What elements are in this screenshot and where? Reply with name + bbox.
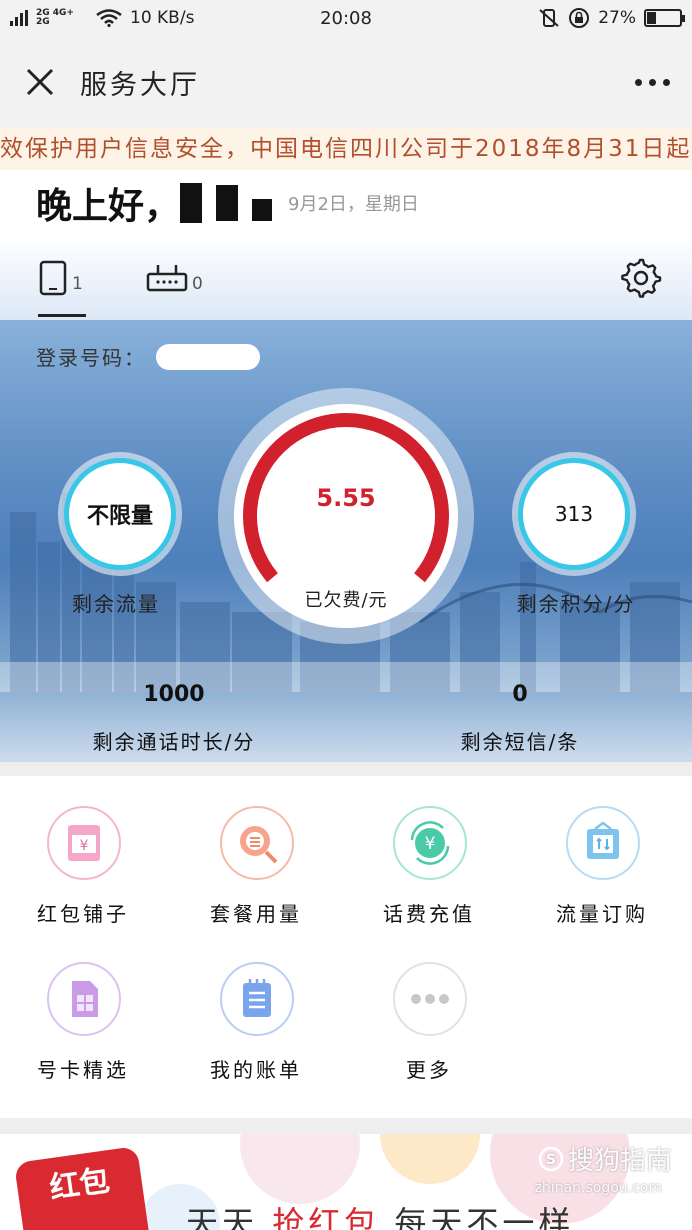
service-menu-grid: ¥ 红包铺子 套餐用量 ¥ 话费充值 流量订购 号卡精选 我的账单 更多 — [0, 776, 692, 1118]
watermark-text: 搜狗指南 — [567, 1146, 672, 1176]
notice-marquee[interactable]: 效保护用户信息安全，中国电信四川公司于2018年8月31日起 — [0, 128, 692, 170]
more-dot — [648, 78, 656, 86]
menu-label: 更多 — [406, 1058, 452, 1082]
sms-label: 剩余短信/条 — [460, 730, 580, 754]
tab-broadband-count: 0 — [192, 274, 203, 294]
battery-icon — [644, 9, 685, 27]
network-speed: 10 KB/s — [130, 8, 195, 28]
phone-icon — [39, 260, 67, 296]
banner-slogan: 天天 抢红包 每天不一样 — [186, 1198, 574, 1230]
data-order-icon — [566, 806, 640, 880]
signal-icon — [10, 10, 28, 26]
top-nav-bar: 服务大厅 — [0, 36, 692, 128]
sms-value: 0 — [512, 682, 528, 707]
login-label: 登录号码： — [36, 346, 146, 370]
tab-broadband[interactable]: 0 — [146, 236, 203, 320]
more-dot — [662, 78, 670, 86]
menu-item-my-bill[interactable]: 我的账单 — [181, 932, 331, 1082]
close-icon — [26, 68, 54, 96]
menu-item-package-usage[interactable]: 套餐用量 — [181, 776, 331, 926]
vibrate-off-icon — [539, 9, 559, 27]
battery-percent: 27% — [598, 8, 636, 28]
menu-item-more[interactable]: 更多 — [354, 932, 504, 1082]
points-value: 313 — [554, 502, 594, 526]
svg-text:¥: ¥ — [425, 834, 436, 854]
watermark: S 搜狗指南 — [538, 1140, 672, 1177]
recharge-yuan-icon: ¥ — [393, 806, 467, 880]
status-right: 27% — [538, 7, 685, 29]
redacted-name — [180, 183, 273, 223]
account-tabs: 1 0 — [0, 236, 692, 320]
package-search-icon — [220, 806, 294, 880]
active-tab-indicator — [38, 314, 86, 317]
page-title: 服务大厅 — [80, 69, 200, 101]
call-minutes-value: 1000 — [143, 682, 205, 707]
balance-value: 5.55 — [316, 484, 376, 512]
redacted-phone-number — [156, 343, 260, 370]
more-dot — [634, 78, 642, 86]
call-minutes-label: 剩余通话时长/分 — [92, 730, 256, 754]
more-options-button[interactable] — [612, 36, 692, 128]
menu-item-sim-card[interactable]: 号卡精选 — [8, 932, 158, 1082]
red-envelope-icon: ¥ — [47, 806, 121, 880]
notice-text: 效保护用户信息安全，中国电信四川公司于2018年8月31日起 — [0, 136, 692, 162]
wifi-icon — [96, 9, 122, 27]
data-usage-value: 不限量 — [86, 504, 153, 529]
banner-text-c: 每天不一样 — [394, 1204, 575, 1230]
close-button[interactable] — [0, 36, 80, 128]
menu-label: 流量订购 — [556, 902, 648, 926]
banner-text-b: 抢红包 — [272, 1204, 381, 1230]
more-dots-icon — [393, 962, 467, 1036]
greeting-row: 晚上好， 9月2日，星期日 — [0, 170, 692, 236]
menu-item-data-order[interactable]: 流量订购 — [527, 776, 677, 926]
login-number-row: 登录号码： — [36, 342, 260, 371]
sogou-logo-icon: S — [538, 1146, 564, 1171]
menu-label: 红包铺子 — [37, 902, 129, 926]
data-usage-circle[interactable]: 不限量 — [64, 458, 176, 570]
menu-label: 我的账单 — [210, 1058, 302, 1082]
greeting-text: 晚上好， — [36, 186, 181, 227]
menu-label: 套餐用量 — [210, 902, 302, 926]
data-usage-label: 剩余流量 — [72, 592, 160, 616]
points-circle[interactable]: 313 — [518, 458, 630, 570]
router-icon — [146, 265, 188, 292]
status-bar: 2G 4G+ 2G 10 KB/s 20:08 27% — [0, 0, 692, 36]
menu-label: 话费充值 — [383, 902, 475, 926]
svg-text:S: S — [546, 1152, 556, 1168]
bill-icon — [220, 962, 294, 1036]
tab-phone-count: 1 — [72, 274, 83, 294]
settings-gear-icon[interactable] — [618, 256, 662, 300]
usage-dashboard: 登录号码： 不限量 剩余流量 5.55 已欠费/元 313 剩余积分/分 100… — [0, 320, 692, 762]
menu-label: 号卡精选 — [37, 1058, 129, 1082]
watermark-url: zhinan.sogou.com — [534, 1180, 662, 1196]
menu-item-recharge[interactable]: ¥ 话费充值 — [354, 776, 504, 926]
banner-text-a: 天天 — [186, 1204, 259, 1230]
points-label: 剩余积分/分 — [516, 592, 636, 616]
rotation-lock-icon — [569, 8, 590, 28]
status-left: 2G 4G+ 2G 10 KB/s — [10, 8, 194, 28]
balance-label: 已欠费/元 — [304, 590, 388, 611]
network-type: 2G 4G+ 2G — [36, 8, 74, 27]
menu-item-red-envelope[interactable]: ¥ 红包铺子 — [8, 776, 158, 926]
date-text: 9月2日，星期日 — [288, 194, 419, 215]
sim-card-icon — [47, 962, 121, 1036]
badge-text: 红包 — [47, 1163, 112, 1207]
tab-phone[interactable]: 1 — [38, 236, 83, 320]
svg-text:¥: ¥ — [80, 838, 89, 854]
